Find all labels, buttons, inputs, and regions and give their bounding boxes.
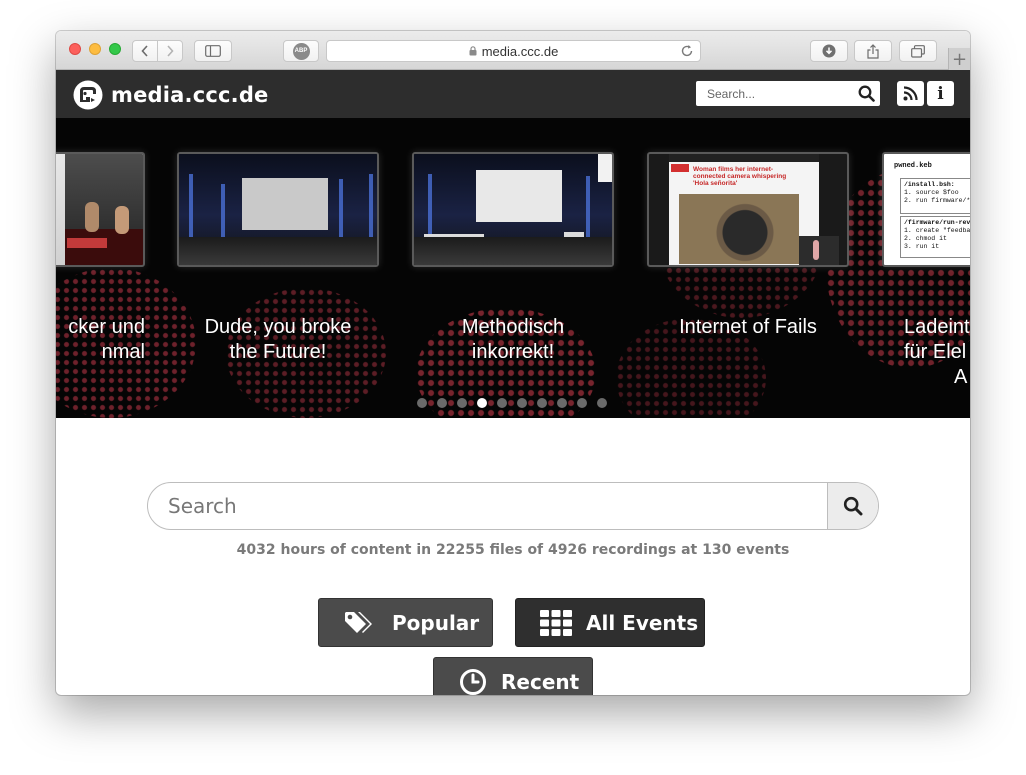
- tabs-overview-icon: [911, 44, 925, 58]
- all-events-label: All Events: [586, 610, 699, 635]
- carousel-slide[interactable]: pwned.keb /install.bsh: 1. source $foo 2…: [882, 152, 970, 390]
- site-name: media.ccc.de: [111, 83, 269, 107]
- tags-icon: [344, 610, 378, 636]
- content-stats: 4032 hours of content in 22255 files of …: [236, 542, 790, 558]
- slide-title: Internet of Fails: [679, 316, 817, 338]
- chevron-right-icon: [167, 45, 174, 57]
- reload-icon[interactable]: [680, 44, 694, 58]
- slide-title: cker und nmal: [68, 316, 145, 363]
- header-search-button[interactable]: [852, 81, 880, 106]
- share-icon: [867, 43, 879, 59]
- carousel-dot[interactable]: [497, 398, 507, 408]
- carousel-dot[interactable]: [557, 398, 567, 408]
- back-button[interactable]: [132, 40, 158, 62]
- recent-label: Recent: [501, 669, 580, 694]
- forward-button[interactable]: [157, 40, 183, 62]
- slide-thumbnail: [412, 152, 614, 267]
- carousel-dot[interactable]: [577, 398, 587, 408]
- slide-title: Methodisch inkorrekt!: [461, 316, 565, 363]
- adblock-plus-button[interactable]: ABP: [283, 40, 319, 62]
- minimize-window-button[interactable]: [89, 43, 101, 55]
- carousel-slide[interactable]: Methodisch inkorrekt!: [412, 152, 614, 365]
- carousel-dot[interactable]: [457, 398, 467, 408]
- recent-button[interactable]: Recent: [433, 657, 593, 695]
- search-icon: [843, 496, 863, 516]
- rss-feed-button[interactable]: [897, 81, 924, 106]
- header-search-input[interactable]: [696, 82, 848, 105]
- carousel-dot-active[interactable]: [477, 398, 487, 408]
- site-logo[interactable]: media.ccc.de: [72, 80, 269, 110]
- slide-title: Dude, you broke the Future!: [204, 316, 352, 363]
- browser-toolbar: ABP media.ccc.de +: [56, 31, 970, 70]
- lock-icon: [469, 46, 477, 56]
- carousel-slide[interactable]: cker und nmal: [56, 152, 145, 365]
- carousel-dot[interactable]: [517, 398, 527, 408]
- info-button[interactable]: i: [927, 81, 954, 106]
- show-tabs-button[interactable]: [899, 40, 937, 62]
- browser-window: ABP media.ccc.de + media.ccc.de Search..…: [56, 31, 970, 695]
- main-search-button[interactable]: [827, 483, 878, 529]
- popular-label: Popular: [392, 610, 480, 635]
- slide-title: Ladeint für Elel A: [904, 316, 970, 388]
- download-icon: [822, 44, 836, 58]
- info-icon: i: [937, 83, 944, 104]
- all-events-button[interactable]: All Events: [515, 598, 705, 647]
- ccc-logo-icon: [73, 80, 103, 110]
- main-search-input[interactable]: [148, 483, 828, 529]
- carousel-dot[interactable]: [437, 398, 447, 408]
- adblock-plus-icon: ABP: [292, 42, 310, 60]
- header-search: [696, 81, 880, 106]
- slide-thumbnail: [56, 152, 145, 267]
- search-icon: [858, 85, 875, 102]
- sidebar-icon: [205, 45, 221, 57]
- slide-thumbnail: Woman films her internet-connected camer…: [647, 152, 849, 267]
- share-button[interactable]: [854, 40, 892, 62]
- url-text: media.ccc.de: [481, 43, 559, 59]
- featured-carousel: cker und nmal Dude, you broke the Future…: [56, 118, 970, 418]
- rss-icon: [903, 86, 918, 101]
- chevron-left-icon: [141, 45, 148, 57]
- thumbnail-title: pwned.keb: [894, 162, 932, 170]
- thumbnail-headline: Woman films her internet-connected camer…: [693, 166, 787, 187]
- close-window-button[interactable]: [69, 43, 81, 55]
- slide-thumbnail: [177, 152, 379, 267]
- show-sidebar-button[interactable]: [194, 40, 232, 62]
- popular-button[interactable]: Popular: [318, 598, 493, 647]
- new-tab-button[interactable]: +: [948, 48, 970, 70]
- slide-thumbnail: pwned.keb /install.bsh: 1. source $foo 2…: [882, 152, 970, 267]
- grid-icon: [540, 609, 572, 636]
- carousel-slide[interactable]: Woman films her internet-connected camer…: [647, 152, 849, 340]
- main-search: [147, 482, 879, 530]
- plus-icon: +: [951, 48, 968, 70]
- carousel-dot[interactable]: [537, 398, 547, 408]
- carousel-dot[interactable]: [417, 398, 427, 408]
- carousel-dot[interactable]: [597, 398, 607, 408]
- zoom-window-button[interactable]: [109, 43, 121, 55]
- address-bar[interactable]: media.ccc.de: [326, 40, 701, 62]
- site-header: media.ccc.de i: [56, 70, 970, 118]
- carousel-slide[interactable]: Dude, you broke the Future!: [177, 152, 379, 365]
- downloads-button[interactable]: [810, 40, 848, 62]
- clock-icon: [459, 668, 487, 696]
- carousel-pagination: [417, 398, 617, 408]
